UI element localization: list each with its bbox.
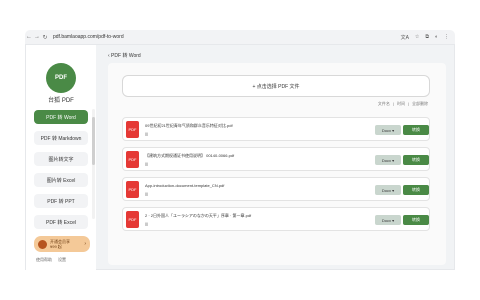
format-select[interactable]: Docx ▾ xyxy=(375,185,401,195)
promo-line-2: ¥99 起 xyxy=(50,244,62,249)
app-window: PDF 台狐 PDF PDF 转 Word PDF 转 Markdown 图片转… xyxy=(25,44,456,271)
promo-text: 开通会员享 ¥99 起 xyxy=(50,239,70,249)
address-bar[interactable]: pdf.bamlaoapp.com/pdf-to-word xyxy=(53,34,124,40)
sort-by-time[interactable]: 时间 xyxy=(397,101,405,107)
star-icon[interactable]: ☆ xyxy=(415,34,419,40)
reload-button[interactable]: ↻ xyxy=(41,34,49,41)
convert-button[interactable]: 转换 xyxy=(403,215,429,225)
logo-text: PDF xyxy=(55,75,67,81)
breadcrumb[interactable]: ‹ PDF 转 Word xyxy=(108,52,141,59)
file-meta: ||| xyxy=(145,161,149,166)
promo-card[interactable]: 开通会员享 ¥99 起 › xyxy=(34,236,90,252)
sidebar-scroll-thumb[interactable] xyxy=(92,117,95,165)
pdf-file-icon: PDF xyxy=(126,211,139,228)
file-name: 【建筑方式期权通证书使用说明】 00140-0066.pdf xyxy=(145,153,235,158)
format-select[interactable]: Docx ▾ xyxy=(375,125,401,135)
sidebar-item-image-to-excel[interactable]: 图片转 Excel xyxy=(34,173,88,187)
pdf-file-icon: PDF xyxy=(126,181,139,198)
file-name: 2 · 2日外国人「ユーラシアのなかの天平」序章 · 第一章.pdf xyxy=(145,213,252,218)
file-meta: ||| xyxy=(145,191,149,196)
file-name: App-introduction-document-template_CN.pd… xyxy=(145,183,225,188)
app-logo: PDF xyxy=(46,63,76,93)
extension-icon[interactable]: ⧉ xyxy=(425,34,429,40)
sidebar-menu: PDF 转 Word PDF 转 Markdown 图片转文字 图片转 Exce… xyxy=(34,110,88,236)
sidebar-item-pdf-to-word[interactable]: PDF 转 Word xyxy=(34,110,88,124)
more-icon[interactable]: ⋮ xyxy=(444,34,449,40)
chevron-right-icon: › xyxy=(84,241,86,247)
file-name: 09世纪初21世纪青年气质和群众音乐特征对比.pdf xyxy=(145,123,233,128)
pdf-file-icon: PDF xyxy=(126,151,139,168)
help-link[interactable]: 使用帮助 xyxy=(36,257,52,263)
delete-all-link[interactable]: 全部删除 xyxy=(412,101,428,107)
main-content: ‹ PDF 转 Word + 点击选择 PDF 文件 文件名 | 时间 | 全部… xyxy=(96,45,456,271)
sidebar-item-image-to-text[interactable]: 图片转文字 xyxy=(34,152,88,166)
profile-icon[interactable]: ◐ xyxy=(435,34,438,40)
sort-by-name[interactable]: 文件名 xyxy=(378,101,390,107)
sort-separator: | xyxy=(392,101,394,106)
sidebar-item-pdf-to-ppt[interactable]: PDF 转 PPT xyxy=(34,194,88,208)
file-row: PDF 09世纪初21世纪青年气质和群众音乐特征对比.pdf ||| Docx … xyxy=(122,117,430,141)
promo-avatar xyxy=(38,239,47,249)
sidebar-item-pdf-to-markdown[interactable]: PDF 转 Markdown xyxy=(34,131,88,145)
sidebar-item-pdf-to-excel[interactable]: PDF 转 Excel xyxy=(34,215,88,229)
format-select[interactable]: Docx ▾ xyxy=(375,215,401,225)
forward-button[interactable]: → xyxy=(33,34,41,40)
sidebar-footer: 使用帮助 设置 xyxy=(36,257,92,263)
settings-link[interactable]: 设置 xyxy=(58,257,66,263)
file-row: PDF App-introduction-document-template_C… xyxy=(122,177,430,201)
file-meta: ||| xyxy=(145,131,149,136)
pdf-file-icon: PDF xyxy=(126,121,139,138)
translate-icon[interactable]: 文A xyxy=(401,34,409,41)
browser-toolbar: ← → ↻ pdf.bamlaoapp.com/pdf-to-word 文A ☆… xyxy=(25,30,455,44)
convert-button[interactable]: 转换 xyxy=(403,185,429,195)
upload-dropzone[interactable]: + 点击选择 PDF 文件 xyxy=(122,75,430,97)
file-row: PDF 2 · 2日外国人「ユーラシアのなかの天平」序章 · 第一章.pdf |… xyxy=(122,207,430,231)
convert-button[interactable]: 转换 xyxy=(403,125,429,135)
file-meta: ||| xyxy=(145,221,149,226)
sort-separator: | xyxy=(407,101,409,106)
back-button[interactable]: ← xyxy=(25,34,33,40)
browser-actions: 文A ☆ ⧉ ◐ ⋮ xyxy=(401,34,455,41)
sort-bar: 文件名 | 时间 | 全部删除 xyxy=(378,101,428,107)
app-name: 台狐 PDF xyxy=(48,98,74,104)
convert-button[interactable]: 转换 xyxy=(403,155,429,165)
format-select[interactable]: Docx ▾ xyxy=(375,155,401,165)
conversion-panel: + 点击选择 PDF 文件 文件名 | 时间 | 全部删除 PDF 09世纪初2… xyxy=(108,63,446,265)
file-row: PDF 【建筑方式期权通证书使用说明】 00140-0066.pdf ||| D… xyxy=(122,147,430,171)
sidebar: PDF 台狐 PDF PDF 转 Word PDF 转 Markdown 图片转… xyxy=(26,45,96,271)
